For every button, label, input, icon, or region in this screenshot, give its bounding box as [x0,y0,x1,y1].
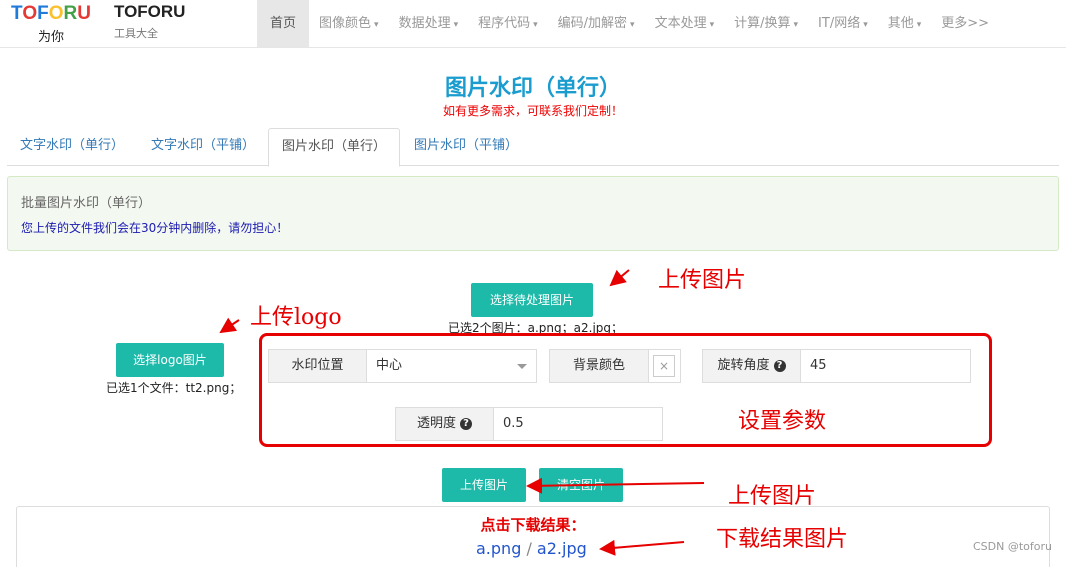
annotation-arrows [219,269,705,556]
watermark: CSDN @toforu [973,540,1052,553]
arrow-to-download-links [599,539,685,556]
arrow-to-logo-button [219,317,240,334]
arrow-to-image-button [609,269,630,287]
arrow-to-upload-button [526,477,705,494]
